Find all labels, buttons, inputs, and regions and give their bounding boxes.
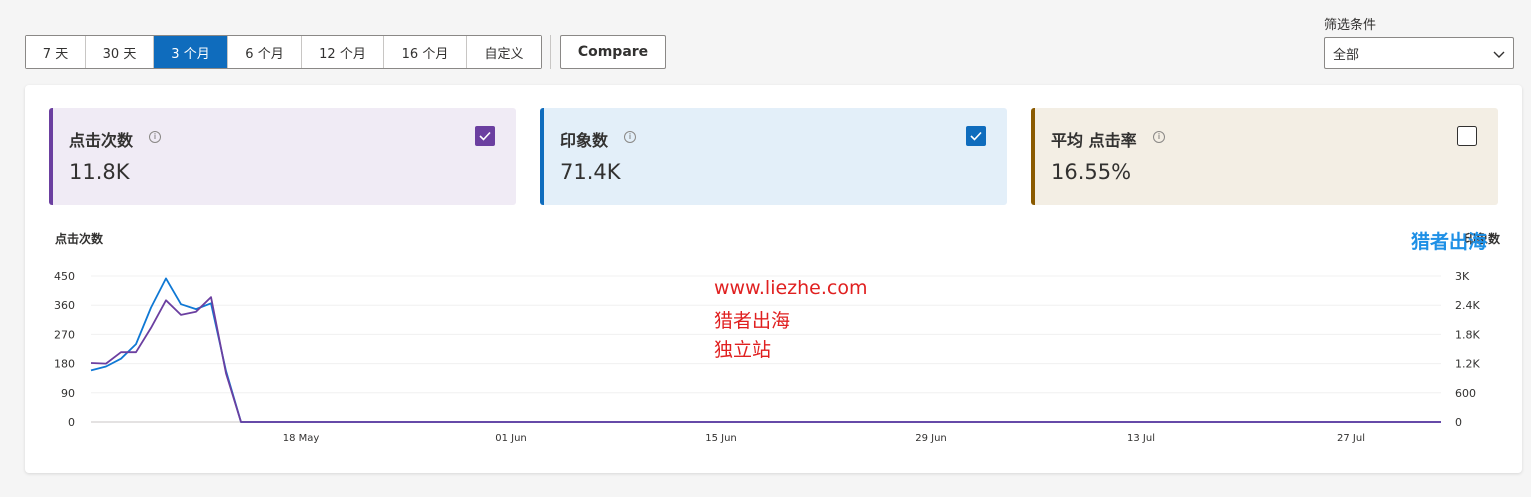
range-button-3[interactable]: 6 个月 [228, 36, 302, 68]
right-tick-label: 2.4K [1455, 299, 1480, 312]
right-tick-label: 600 [1455, 387, 1476, 400]
x-tick-label: 13 Jul [1127, 433, 1155, 444]
range-button-5[interactable]: 16 个月 [384, 36, 467, 68]
left-axis-title: 点击次数 [55, 231, 104, 246]
range-button-4[interactable]: 12 个月 [302, 36, 384, 68]
right-tick-label: 1.2K [1455, 358, 1480, 371]
x-tick-label: 15 Jun [705, 433, 737, 444]
right-tick-label: 1.8K [1455, 328, 1480, 341]
right-tick-label: 3K [1455, 270, 1470, 283]
left-tick-label: 0 [68, 416, 75, 429]
chevron-down-icon [1493, 51, 1505, 58]
watermark-center-line: www.liezhe.com [714, 277, 868, 299]
left-tick-label: 180 [54, 358, 75, 371]
left-tick-label: 270 [54, 328, 75, 341]
left-tick-label: 90 [61, 387, 75, 400]
left-tick-label: 450 [54, 270, 75, 283]
x-tick-label: 29 Jun [915, 433, 947, 444]
toolbar-divider [550, 35, 551, 69]
range-button-0[interactable]: 7 天 [26, 36, 86, 68]
range-button-1[interactable]: 30 天 [86, 36, 154, 68]
left-tick-label: 360 [54, 299, 75, 312]
watermark-center-line: 独立站 [714, 339, 772, 361]
filter-selected-value: 全部 [1333, 47, 1360, 63]
range-button-6[interactable]: 自定义 [467, 36, 541, 68]
x-tick-label: 01 Jun [495, 433, 527, 444]
range-button-2[interactable]: 3 个月 [154, 36, 228, 68]
x-tick-label: 18 May [283, 433, 320, 444]
right-tick-label: 0 [1455, 416, 1462, 429]
filter-label: 筛选条件 [1324, 18, 1377, 33]
filter-dropdown[interactable]: 全部 [1324, 37, 1514, 69]
watermark-center-line: 猎者出海 [714, 310, 791, 332]
performance-panel: 点击次数 i 11.8K 印象数 i 71.4K 平均 点击率 i 16.55% 点击次数 印象数… [25, 85, 1522, 473]
watermark-top-right: 猎者出海 [1411, 231, 1488, 253]
x-tick-label: 27 Jul [1337, 433, 1365, 444]
compare-button[interactable]: Compare [560, 35, 666, 69]
date-range-selector: 7 天 30 天3 个月 6 个月 12 个月 16 个月 自定义 [25, 35, 542, 69]
